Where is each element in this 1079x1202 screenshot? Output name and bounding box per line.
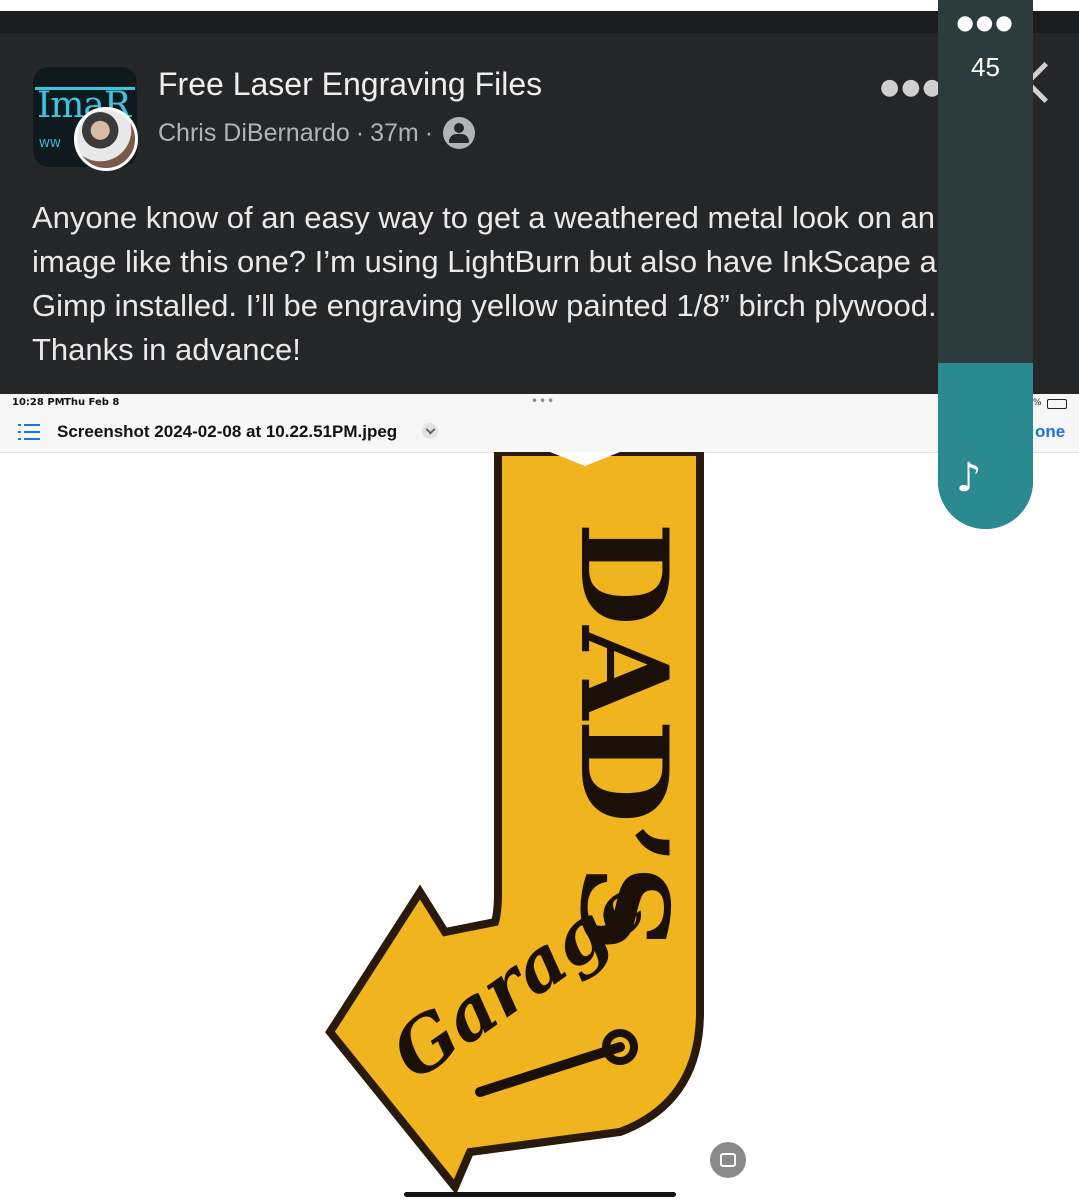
screenshot-filename: Screenshot 2024-02-08 at 10.22.51PM.jpeg: [57, 422, 398, 441]
screenshot-status-time: 10:28 PM: [12, 397, 65, 408]
screenshot-done-label: one: [1035, 422, 1066, 441]
post-time[interactable]: 37m: [370, 119, 419, 148]
music-note-icon: ♪: [956, 455, 982, 501]
volume-level: 45: [971, 52, 1000, 82]
post-more-icon[interactable]: ●●●: [880, 75, 944, 100]
screenshot-battery-icon: [1047, 399, 1067, 409]
list-icon: [18, 424, 40, 440]
author-avatar[interactable]: [74, 107, 138, 171]
screenshot-battery-percent: %: [1033, 398, 1042, 408]
post-body: Anyone know of an easy way to get a weat…: [32, 196, 942, 372]
post-meta: Chris DiBernardo · 37m ·: [158, 117, 476, 149]
post-body-line: Anyone know of an easy way to get a weat…: [32, 200, 936, 235]
screenshot-multitask-icon: •••: [531, 394, 556, 408]
meta-separator-2: ·: [424, 118, 434, 147]
live-text-button[interactable]: [710, 1142, 746, 1178]
ellipsis-icon[interactable]: ●●●: [938, 10, 1033, 34]
meta-separator: ·: [355, 118, 365, 147]
volume-slider[interactable]: ●●● 45 ♪: [938, 0, 1033, 529]
group-name[interactable]: Free Laser Engraving Files: [158, 66, 542, 103]
post-body-line: image like this one? I’m using LightBurn…: [32, 244, 942, 279]
home-indicator[interactable]: [404, 1192, 676, 1197]
volume-level-fill: [938, 363, 1033, 529]
post-body-line: Thanks in advance!: [32, 332, 301, 367]
group-logo-sub: WW: [39, 137, 61, 150]
chevron-down-icon: [422, 423, 438, 439]
top-edge: [0, 0, 1079, 11]
dads-garage-sign: DAD’S Garage: [325, 452, 704, 1192]
screenshot-status-date: Thu Feb 8: [64, 397, 120, 408]
top-strip: [0, 11, 1079, 33]
author-name[interactable]: Chris DiBernardo: [158, 119, 350, 148]
post-body-line: Gimp installed. I’ll be engraving yellow…: [32, 288, 937, 323]
group-privacy-icon: [443, 117, 476, 149]
